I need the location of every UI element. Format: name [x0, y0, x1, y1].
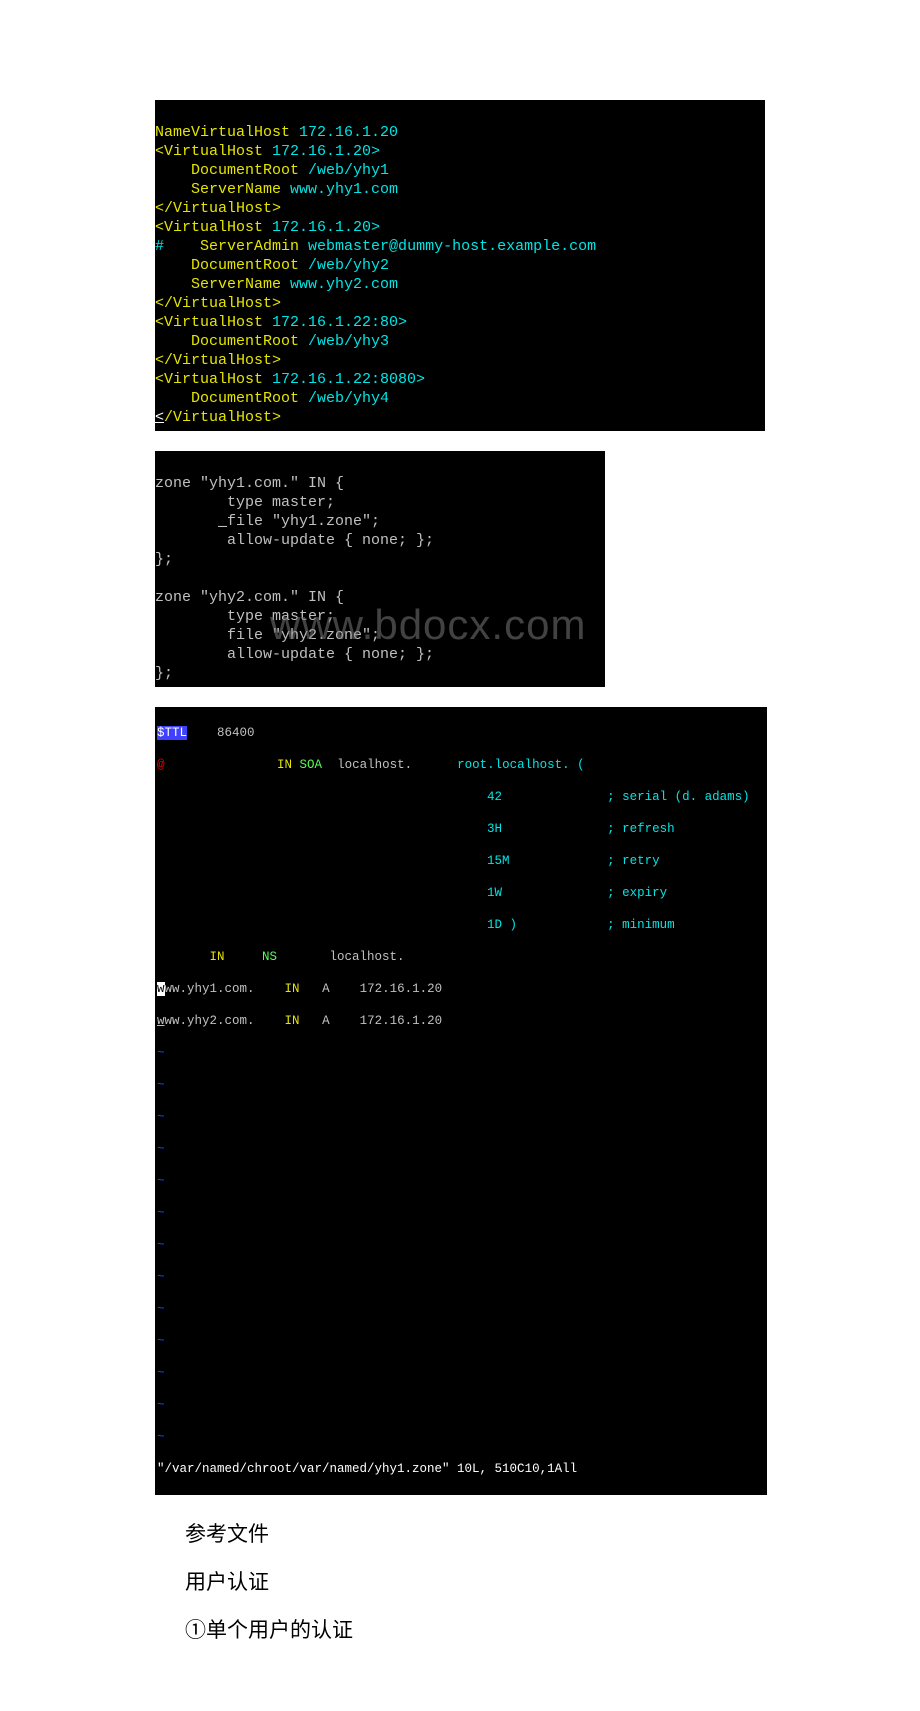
ip: 172.16.1.20> [272, 143, 380, 160]
record: ww.yhy1.com. [165, 982, 285, 996]
comment: ; refresh [502, 822, 675, 836]
comment: ; expiry [502, 886, 667, 900]
path: /web/yhy2 [308, 257, 389, 274]
tilde: ~ [157, 1110, 165, 1124]
path: /web/yhy1 [308, 162, 389, 179]
tilde: ~ [157, 1238, 165, 1252]
host: localhost. [277, 950, 405, 964]
tilde: ~ [157, 1430, 165, 1444]
val: 42 [157, 790, 502, 804]
paragraph-single-user-auth: ①单个用户的认证 [155, 1611, 765, 1651]
tilde: ~ [157, 1174, 165, 1188]
comment-hash: # [155, 238, 164, 255]
cursor: < [155, 409, 164, 426]
comment: ; minimum [517, 918, 675, 932]
tilde: ~ [157, 1366, 165, 1380]
ttl: $TTL [157, 726, 187, 740]
directive: DocumentRoot [155, 257, 308, 274]
directive: ServerAdmin [164, 238, 308, 255]
in: IN [285, 1014, 300, 1028]
cursor: _ [218, 513, 227, 530]
directive: DocumentRoot [155, 333, 308, 350]
status-all: All [555, 1462, 578, 1476]
ttl-val: 86400 [187, 726, 255, 740]
record: ww.yhy2.com. [165, 1014, 285, 1028]
record-u: w [157, 1014, 165, 1028]
tilde: ~ [157, 1398, 165, 1412]
soa: SOA [292, 758, 322, 772]
zone-line: file "yhy2.zone"; [155, 627, 380, 644]
ip: 172.16.1.20> [272, 219, 380, 236]
vim-status-bar: "/var/named/chroot/var/named/yhy1.zone" … [157, 1461, 765, 1477]
paragraph-auth: 用户认证 [155, 1563, 765, 1603]
zone-line: }; [155, 665, 173, 682]
hostname: www.yhy2.com [290, 276, 398, 293]
ip: 172.16.1.20 [299, 124, 398, 141]
hostname: www.yhy1.com [290, 181, 398, 198]
status-file: "/var/named/chroot/var/named/yhy1.zone" … [157, 1462, 525, 1476]
tilde: ~ [157, 1142, 165, 1156]
ns: localhost. [322, 758, 457, 772]
tag-open: <VirtualHost [155, 143, 272, 160]
tilde: ~ [157, 1270, 165, 1284]
root: root.localhost. ( [457, 758, 585, 772]
directive: DocumentRoot [155, 390, 308, 407]
val: 1D ) [157, 918, 517, 932]
tilde: ~ [157, 1046, 165, 1060]
zone-line: file "yhy1.zone"; [227, 513, 380, 530]
comment: ; serial (d. adams) [502, 790, 750, 804]
path: /web/yhy4 [308, 390, 389, 407]
comment: ; retry [510, 854, 660, 868]
a-record: A 172.16.1.20 [300, 982, 443, 996]
terminal-apache-config: NameVirtualHost 172.16.1.20 <VirtualHost… [155, 100, 765, 431]
val: 1W [157, 886, 502, 900]
tag-close: </VirtualHost> [155, 200, 281, 217]
in: IN [157, 950, 225, 964]
tilde: ~ [157, 1302, 165, 1316]
terminal-zone-file: $TTL 86400 @ IN SOA localhost. root.loca… [155, 707, 767, 1495]
tilde: ~ [157, 1206, 165, 1220]
a-record: A 172.16.1.20 [300, 1014, 443, 1028]
email: webmaster@dummy-host.example.com [308, 238, 596, 255]
in: IN [285, 982, 300, 996]
blank-line [155, 570, 164, 587]
zone-line [155, 513, 218, 530]
zone-line: allow-update { none; }; [155, 532, 434, 549]
ip: 172.16.1.22:8080> [272, 371, 425, 388]
terminal-named-zones: zone "yhy1.com." IN { type master; _file… [155, 451, 605, 687]
tag-open: <VirtualHost [155, 314, 272, 331]
ip: 172.16.1.22:80> [272, 314, 407, 331]
directive: DocumentRoot [155, 162, 308, 179]
cursor: w [157, 982, 165, 996]
tag-open: <VirtualHost [155, 371, 272, 388]
tilde: ~ [157, 1334, 165, 1348]
zone-line: zone "yhy1.com." IN { [155, 475, 344, 492]
directive: NameVirtualHost [155, 124, 299, 141]
ns: NS [225, 950, 278, 964]
path: /web/yhy3 [308, 333, 389, 350]
zone-line: allow-update { none; }; [155, 646, 434, 663]
val: 3H [157, 822, 502, 836]
paragraph-reference: 参考文件 [155, 1515, 765, 1555]
tag-close: /VirtualHost> [164, 409, 281, 426]
tag-open: <VirtualHost [155, 219, 272, 236]
tilde: ~ [157, 1078, 165, 1092]
val: 15M [157, 854, 510, 868]
directive: ServerName [155, 181, 290, 198]
zone-line: type master; [155, 608, 335, 625]
in: IN [165, 758, 293, 772]
zone-line: zone "yhy2.com." IN { [155, 589, 344, 606]
origin: @ [157, 758, 165, 772]
zone-line: }; [155, 551, 173, 568]
status-pos: 10,1 [525, 1462, 555, 1476]
tag-close: </VirtualHost> [155, 295, 281, 312]
directive: ServerName [155, 276, 290, 293]
tag-close: </VirtualHost> [155, 352, 281, 369]
zone-line: type master; [155, 494, 335, 511]
